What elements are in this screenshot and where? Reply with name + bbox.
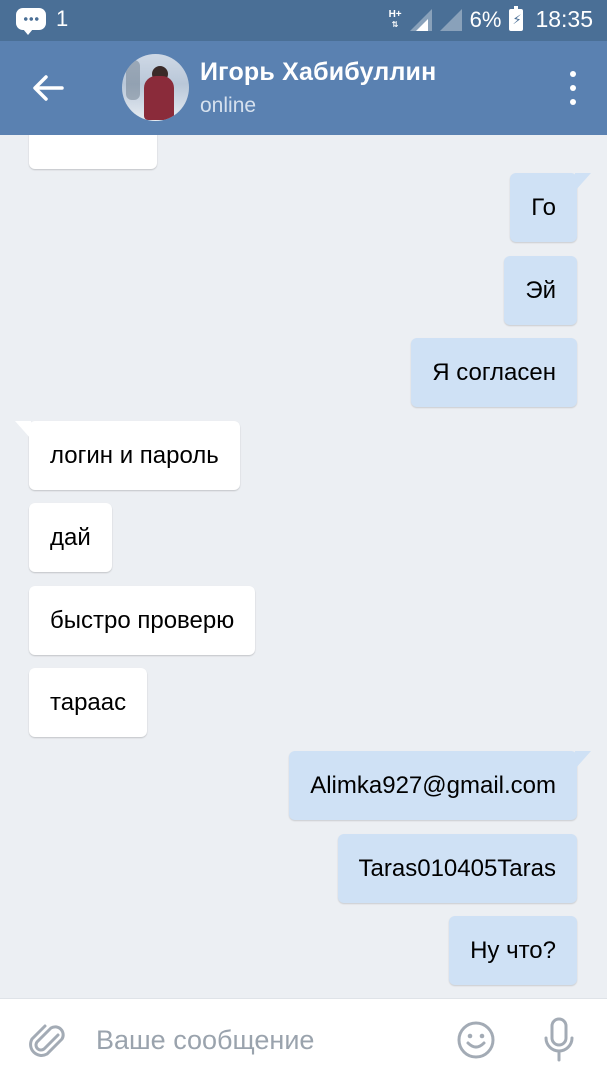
message-bubble-incoming[interactable]: быстро проверю — [29, 586, 256, 655]
status-bar: 1 H+ ⇅ 6% ⚡ 18:35 — [0, 0, 607, 41]
voice-message-button[interactable] — [539, 1016, 579, 1064]
contact-avatar[interactable] — [122, 54, 189, 121]
signal-secondary-icon — [439, 8, 462, 31]
notification-count: 1 — [56, 6, 69, 31]
message-bubble-incoming[interactable]: тараас — [29, 668, 148, 737]
signal-icon — [409, 8, 432, 31]
contact-status: online — [200, 94, 257, 117]
message-bubble-outgoing[interactable]: Го — [510, 173, 591, 242]
message-bubble-incoming[interactable] — [29, 135, 157, 169]
clock: 18:35 — [535, 6, 593, 32]
back-button[interactable] — [28, 68, 68, 108]
message-text: Я согласен — [432, 358, 556, 386]
message-text: Alimka927@gmail.com — [310, 771, 556, 799]
message-bubble-outgoing[interactable]: Ну что? — [449, 916, 577, 985]
network-type-label: H+ — [388, 8, 402, 20]
status-bar-left: 1 — [16, 6, 69, 35]
message-text: тараас — [50, 688, 127, 716]
more-options-button[interactable] — [563, 71, 583, 105]
message-bubble-outgoing[interactable]: Alimka927@gmail.com — [289, 751, 591, 820]
contact-name[interactable]: Игорь Хабибуллин — [200, 58, 436, 87]
emoji-button[interactable] — [455, 1019, 497, 1061]
message-text: дай — [50, 523, 91, 551]
message-list[interactable]: Го Эй Я согласен логин и пароль дай быст… — [0, 135, 607, 998]
chat-header: Игорь Хабибуллин online — [0, 41, 607, 135]
network-type: H+ ⇅ — [388, 8, 402, 29]
message-text: быстро проверю — [50, 606, 235, 634]
battery-percent: 6% — [469, 6, 502, 32]
message-bubble-incoming[interactable]: логин и пароль — [15, 421, 240, 490]
smiley-icon — [457, 1021, 495, 1059]
message-bubble-incoming[interactable]: дай — [29, 503, 112, 572]
message-text: Эй — [525, 276, 556, 304]
message-text: логин и пароль — [50, 441, 219, 469]
microphone-icon — [544, 1017, 574, 1062]
message-text: Taras010405Taras — [358, 854, 556, 882]
message-notification-icon — [16, 8, 46, 35]
arrow-left-icon — [33, 75, 64, 101]
battery-icon: ⚡ — [509, 5, 524, 31]
message-input[interactable] — [96, 1019, 426, 1061]
message-text: Ну что? — [470, 936, 556, 964]
message-text: Го — [531, 193, 556, 221]
more-vertical-icon — [570, 71, 576, 77]
message-bubble-outgoing[interactable]: Taras010405Taras — [337, 834, 577, 903]
message-bubble-outgoing[interactable]: Я согласен — [411, 338, 577, 407]
message-composer — [0, 998, 607, 1080]
attach-button[interactable] — [26, 1019, 68, 1061]
paperclip-icon — [29, 1024, 65, 1057]
status-bar-right: H+ ⇅ 6% ⚡ 18:35 — [388, 5, 593, 33]
message-bubble-outgoing[interactable]: Эй — [504, 256, 577, 325]
